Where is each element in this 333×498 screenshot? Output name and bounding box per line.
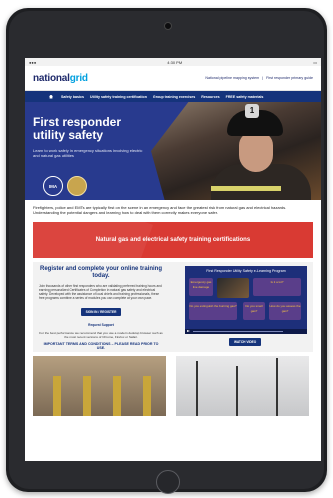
hero-text: First responder utility safety Learn to … [33, 115, 143, 159]
ima-badge-icon: IMA [43, 176, 63, 196]
helmet-shield: 1 [245, 104, 259, 118]
video-controls [185, 329, 307, 334]
video-tile: Emergency gas line damage [189, 278, 213, 296]
tower [276, 358, 278, 416]
video-tile: Do you smell gas? [243, 302, 265, 320]
home-button[interactable] [156, 470, 180, 494]
header-link-pipeline-map[interactable]: National pipeline mapping system [205, 76, 259, 80]
register-description: Join thousands of other first responders… [39, 284, 162, 300]
power-lines-photo [176, 356, 309, 416]
photo-row [33, 356, 313, 416]
national-grid-logo[interactable]: nationalgrid [33, 73, 88, 84]
header-link-separator: | [262, 76, 264, 80]
header-link-responder-guide[interactable]: First responder primary guide [266, 76, 313, 80]
banner-title: Natural gas and electrical safety traini… [95, 237, 251, 243]
hero-section: 1 First responder utility safety Learn t… [25, 102, 321, 200]
logo-national: national [33, 72, 70, 84]
tablet-screen: ●●● 4:30 PM ▭ nationalgrid National pipe… [25, 58, 321, 461]
nav-item-certification[interactable]: Utility safety training certification [90, 95, 147, 99]
video-tile: How do you assess the gas? [269, 302, 301, 320]
status-time: 4:30 PM [167, 59, 183, 65]
reflective-stripe [211, 186, 281, 191]
front-camera [164, 22, 172, 30]
watch-video-button[interactable]: WATCH VIDEO [229, 338, 262, 346]
sign-in-register-button[interactable]: SIGN IN / REGISTER [80, 308, 122, 316]
gas-pipe [53, 376, 61, 416]
play-icon[interactable] [187, 330, 190, 332]
register-panel: Register and complete your online traini… [39, 266, 163, 350]
video-tile: Is it a lot? [253, 278, 301, 296]
intro-paragraph: Firefighters, police and EMTs are typica… [33, 205, 287, 215]
tower [236, 366, 238, 416]
gas-pipe [143, 376, 151, 416]
gas-pipe [83, 376, 91, 416]
video-panel: First Responder Utility Safety e-Learnin… [185, 266, 307, 348]
home-icon[interactable] [49, 94, 53, 99]
hero-description: Learn to work safely in emergency situat… [33, 148, 143, 158]
tablet-frame: ●●● 4:30 PM ▭ nationalgrid National pipe… [6, 8, 327, 494]
video-title: First Responder Utility Safety e-Learnin… [206, 269, 286, 273]
nav-item-safety-basics[interactable]: Safety basics [61, 95, 84, 99]
site-header: nationalgrid National pipeline mapping s… [25, 66, 321, 91]
video-tile: Do you extinguish the burning gas? [189, 302, 237, 320]
register-section: Register and complete your online traini… [33, 262, 313, 352]
gas-pipe [113, 376, 121, 416]
gas-meter-photo [33, 356, 166, 416]
register-title: Register and complete your online traini… [39, 266, 163, 279]
browser-note: For the best performance we recommend th… [39, 331, 163, 339]
award-seal-icon [67, 176, 87, 196]
nav-item-free-materials[interactable]: FREE safety materials [226, 95, 264, 99]
status-bar: ●●● 4:30 PM ▭ [25, 58, 321, 66]
certification-banner: Natural gas and electrical safety traini… [33, 222, 313, 258]
request-support-link[interactable]: Request Support [39, 323, 163, 327]
video-progress-bar[interactable] [193, 331, 283, 332]
status-carrier-icon: ●●● [29, 59, 37, 65]
video-photo [217, 278, 249, 298]
nav-item-group-training[interactable]: Group training exercises [153, 95, 195, 99]
hero-title: First responder utility safety [33, 115, 122, 142]
firefighter-photo: 1 [151, 102, 321, 200]
firefighter-face [239, 132, 273, 172]
logo-grid: grid [69, 72, 88, 84]
video-player[interactable]: First Responder Utility Safety e-Learnin… [185, 266, 307, 334]
main-nav: Safety basics Utility safety training ce… [25, 91, 321, 102]
battery-icon: ▭ [313, 59, 317, 65]
header-links: National pipeline mapping system | First… [205, 76, 313, 80]
nav-item-resources[interactable]: Resources [201, 95, 219, 99]
tower [196, 361, 198, 416]
terms-link[interactable]: IMPORTANT TERMS AND CONDITIONS – PLEASE … [39, 342, 163, 350]
